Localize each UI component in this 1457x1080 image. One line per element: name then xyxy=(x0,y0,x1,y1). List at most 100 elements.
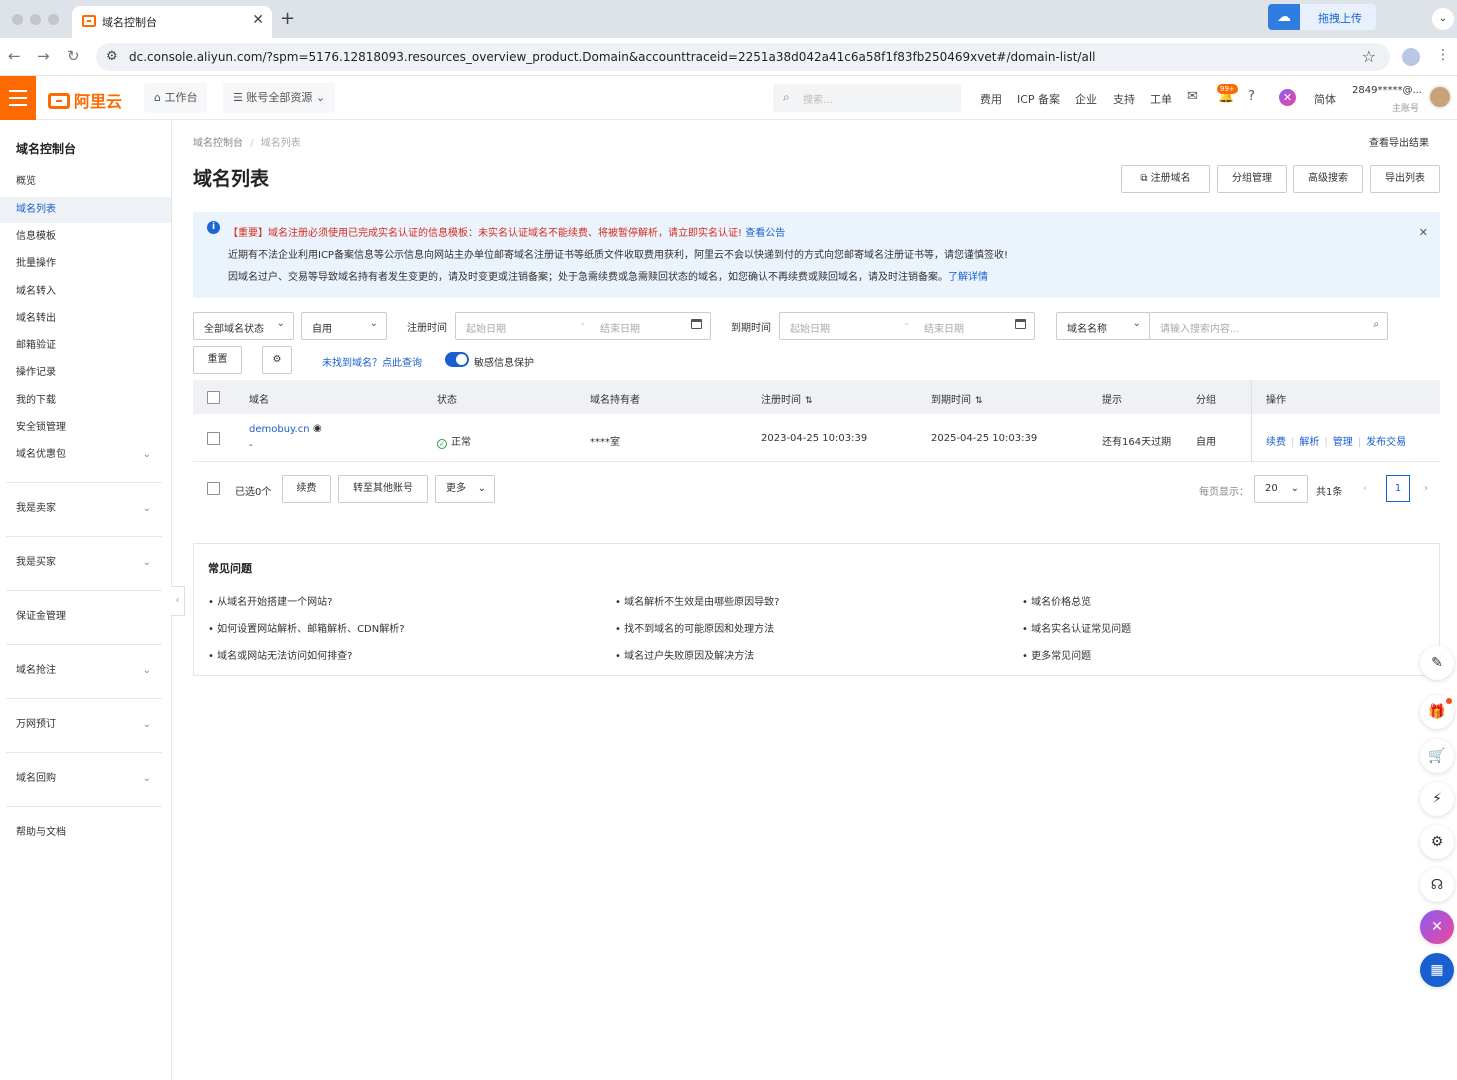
sidebar-item-discount-pack[interactable]: 域名优惠包 ⌄ xyxy=(0,442,171,468)
prev-page-icon[interactable]: ‹ xyxy=(1363,483,1367,494)
tab-close-icon[interactable]: ✕ xyxy=(252,12,264,28)
transfer-account-button[interactable]: 转至其他账号 xyxy=(338,475,428,503)
api-icon[interactable]: ⚡ xyxy=(1420,782,1454,816)
privacy-protection-toggle[interactable] xyxy=(445,352,469,367)
row-checkbox[interactable] xyxy=(207,432,220,445)
search-field-type-select[interactable]: 域名名称 ⌄ xyxy=(1056,312,1150,340)
sidebar-group-deposit[interactable]: 保证金管理 xyxy=(0,604,171,630)
faq-item[interactable]: • 更多常见问题 xyxy=(1022,647,1091,662)
notice-details-link[interactable]: 了解详情 xyxy=(948,272,988,283)
reset-button[interactable]: 重置 xyxy=(193,346,242,374)
dns-link[interactable]: 解析 xyxy=(1299,437,1319,448)
upload-extension-button[interactable]: ☁ 拖拽上传 xyxy=(1268,4,1376,30)
window-zoom-dot[interactable] xyxy=(48,14,59,25)
apps-grid-icon[interactable]: ▦ xyxy=(1420,953,1454,987)
sidebar-group-buyback[interactable]: 域名回购 ⌄ xyxy=(0,766,171,792)
sidebar-item-batch[interactable]: 批量操作 xyxy=(0,251,171,277)
profile-icon[interactable] xyxy=(1402,48,1420,66)
avatar[interactable] xyxy=(1428,85,1452,109)
sidebar-item-downloads[interactable]: 我的下载 xyxy=(0,388,171,414)
next-page-icon[interactable]: › xyxy=(1424,483,1428,494)
hamburger-menu-icon[interactable] xyxy=(0,76,36,120)
faq-item[interactable]: • 找不到域名的可能原因和处理方法 xyxy=(615,620,774,635)
settings-icon[interactable]: ⚙ xyxy=(1420,825,1454,859)
sidebar-item-security-lock[interactable]: 安全锁管理 xyxy=(0,415,171,441)
col-reg-time[interactable]: 注册时间 ⇅ xyxy=(761,391,813,406)
page-1-button[interactable]: 1 xyxy=(1386,475,1410,502)
back-arrow-icon[interactable]: ← xyxy=(8,47,21,65)
site-info-icon[interactable]: ⚙ xyxy=(106,49,118,64)
customer-service-icon[interactable]: ☊ xyxy=(1420,868,1454,902)
feedback-edit-icon[interactable]: ✎ xyxy=(1420,646,1454,680)
nav-link-support[interactable]: 支持 xyxy=(1113,91,1135,107)
nav-link-ticket[interactable]: 工单 xyxy=(1150,91,1172,107)
workbench-button[interactable]: ⌂ 工作台 xyxy=(144,83,208,113)
sidebar-item-info-template[interactable]: 信息模板 xyxy=(0,224,171,250)
language-switch[interactable]: 简体 xyxy=(1314,91,1336,107)
sort-icon[interactable]: ⇅ xyxy=(975,396,983,406)
aliyun-logo[interactable]: 阿里云 xyxy=(48,88,122,112)
browser-menu-icon[interactable]: ⋮ xyxy=(1436,47,1450,63)
url-text[interactable]: dc.console.aliyun.com/?spm=5176.12818093… xyxy=(129,50,1096,64)
browser-tab[interactable]: 域名控制台 ✕ xyxy=(72,6,272,38)
advanced-search-button[interactable]: 高级搜索 xyxy=(1293,165,1363,193)
export-result-link[interactable]: 查看导出结果 xyxy=(1369,134,1429,149)
renew-link[interactable]: 续费 xyxy=(1266,437,1286,448)
export-list-button[interactable]: 导出列表 xyxy=(1370,165,1440,193)
faq-item[interactable]: • 域名价格总览 xyxy=(1022,593,1091,608)
select-all-checkbox[interactable] xyxy=(207,391,220,404)
account-name[interactable]: 2849*****@... xyxy=(1352,85,1422,96)
group-manage-button[interactable]: 分组管理 xyxy=(1217,165,1287,193)
console-search-input[interactable]: ⌕ 搜索... xyxy=(773,84,961,112)
exp-date-range-picker[interactable]: 起始日期 - 结束日期 xyxy=(779,312,1035,340)
window-minimize-dot[interactable] xyxy=(30,14,41,25)
nav-link-fees[interactable]: 费用 xyxy=(980,91,1002,107)
window-close-dot[interactable] xyxy=(12,14,23,25)
faq-item[interactable]: • 如何设置网站解析、邮箱解析、CDN解析? xyxy=(208,620,405,635)
breadcrumb-root[interactable]: 域名控制台 xyxy=(193,138,243,149)
message-icon[interactable]: ✉ xyxy=(1187,89,1198,104)
domain-search-input[interactable]: 请输入搜索内容... ⌕ xyxy=(1149,312,1388,340)
forward-arrow-icon[interactable]: → xyxy=(37,47,50,65)
batch-renew-button[interactable]: 续费 xyxy=(282,475,331,503)
sidebar-group-preorder[interactable]: 万网预订 ⌄ xyxy=(0,712,171,738)
publish-trade-link[interactable]: 发布交易 xyxy=(1366,437,1406,448)
more-actions-dropdown[interactable]: 更多 ⌄ xyxy=(435,475,495,503)
domain-not-found-link[interactable]: 未找到域名？点此查询 xyxy=(322,354,422,369)
sidebar-item-transfer-out[interactable]: 域名转出 xyxy=(0,306,171,332)
sidebar-group-seller[interactable]: 我是卖家 ⌄ xyxy=(0,496,171,522)
sidebar-group-help[interactable]: 帮助与文档 xyxy=(0,820,171,846)
assistant-x-icon[interactable]: ✕ xyxy=(1420,910,1454,944)
sidebar-group-backorder[interactable]: 域名抢注 ⌄ xyxy=(0,658,171,684)
sidebar-item-domain-list[interactable]: 域名列表 xyxy=(0,197,171,223)
tab-search-chevron-icon[interactable]: ⌄ xyxy=(1432,8,1454,30)
nav-link-icp[interactable]: ICP 备案 xyxy=(1017,91,1060,107)
new-tab-button[interactable]: + xyxy=(280,8,295,29)
per-page-select[interactable]: 20 ⌄ xyxy=(1254,475,1308,503)
usage-select[interactable]: 自用 ⌄ xyxy=(301,312,387,340)
faq-item[interactable]: • 域名实名认证常见问题 xyxy=(1022,620,1131,635)
sidebar-item-overview[interactable]: 概览 xyxy=(0,169,171,195)
faq-item[interactable]: • 从域名开始搭建一个网站? xyxy=(208,593,332,608)
resource-scope-dropdown[interactable]: ☰ 账号全部资源 ⌄ xyxy=(223,83,336,113)
url-field[interactable]: ⚙ dc.console.aliyun.com/?spm=5176.128180… xyxy=(96,43,1390,71)
col-exp-time[interactable]: 到期时间 ⇅ xyxy=(931,391,983,406)
sidebar-item-operation-log[interactable]: 操作记录 xyxy=(0,360,171,386)
reload-icon[interactable]: ↻ xyxy=(67,47,80,65)
settings-gear-button[interactable]: ⚙ xyxy=(262,346,292,374)
help-icon[interactable]: ? xyxy=(1248,89,1255,104)
sidebar-group-buyer[interactable]: 我是买家 ⌄ xyxy=(0,550,171,576)
x-app-icon[interactable]: ✕ xyxy=(1279,89,1296,106)
sidebar-collapse-handle[interactable]: ‹ xyxy=(171,586,185,616)
faq-item[interactable]: • 域名解析不生效是由哪些原因导致? xyxy=(615,593,779,608)
domain-status-select[interactable]: 全部域名状态 ⌄ xyxy=(193,312,294,340)
close-icon[interactable]: ✕ xyxy=(1419,226,1428,239)
search-icon[interactable]: ⌕ xyxy=(1373,319,1379,330)
nav-link-enterprise[interactable]: 企业 xyxy=(1075,91,1097,107)
footer-select-all-checkbox[interactable] xyxy=(207,482,220,495)
reg-date-range-picker[interactable]: 起始日期 - 结束日期 xyxy=(455,312,711,340)
sidebar-item-email-verify[interactable]: 邮箱验证 xyxy=(0,333,171,359)
bookmark-star-icon[interactable]: ☆ xyxy=(1362,47,1376,66)
sort-icon[interactable]: ⇅ xyxy=(805,396,813,406)
domain-name-link[interactable]: demobuy.cn xyxy=(249,424,310,435)
